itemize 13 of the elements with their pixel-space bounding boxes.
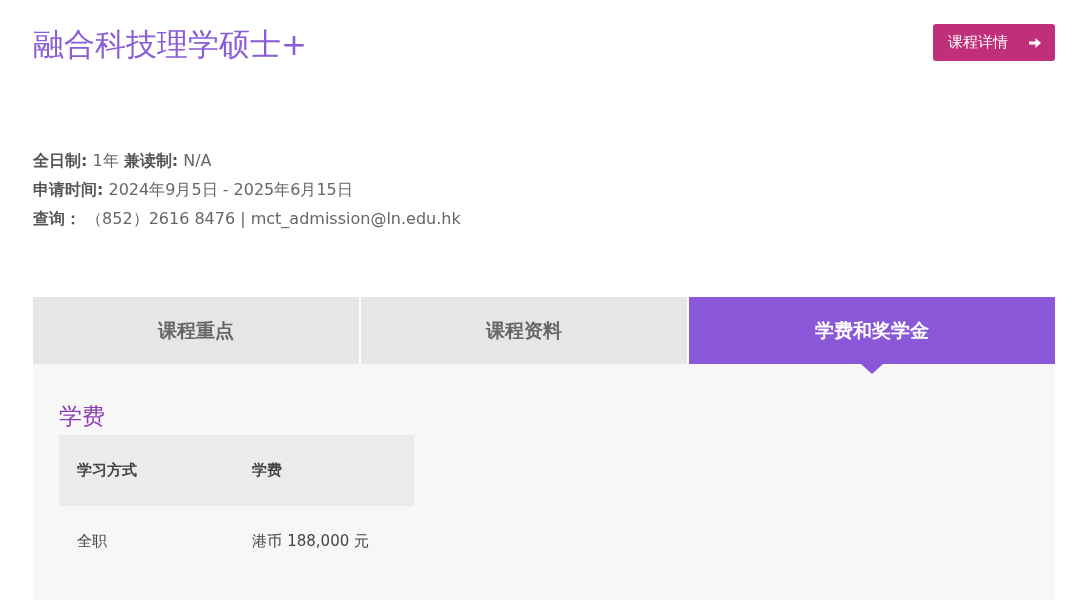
info-line: 申请时间: 2024年9月5日 - 2025年6月15日 — [33, 179, 354, 201]
tab[interactable]: 课程重点 — [33, 297, 359, 364]
table-cell: 全职 — [59, 506, 235, 577]
tab[interactable]: 学费和奖学金 — [689, 297, 1055, 364]
info-line: 查询： （852）2616 8476 | mct_admission@ln.edu.hk — [33, 208, 462, 230]
details-button[interactable]: 课程详情 — [933, 24, 1055, 61]
page-title: 融合科技理学硕士+ — [33, 25, 307, 64]
section-title: 学费 — [59, 402, 106, 431]
info-line: 全日制: 1年 兼读制: N/A — [33, 150, 213, 172]
table-cell: 港币 188,000 元 — [234, 506, 414, 577]
column-header: 学费 — [234, 435, 414, 506]
tab[interactable]: 课程资料 — [361, 297, 687, 364]
column-header: 学习方式 — [59, 435, 235, 506]
